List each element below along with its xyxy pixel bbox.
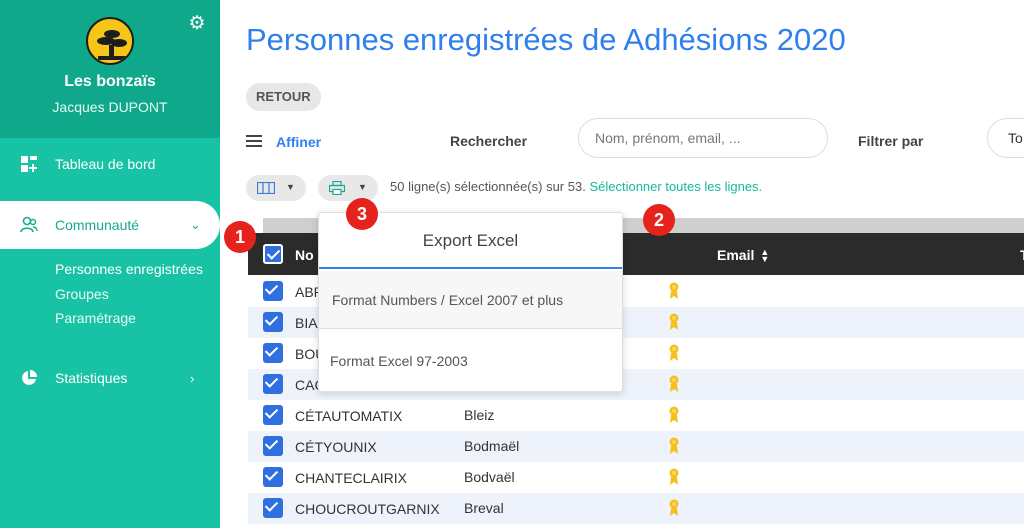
user-name: Jacques DUPONT bbox=[52, 99, 168, 115]
sort-icon: ▲ ▼ bbox=[760, 247, 770, 265]
back-button[interactable]: RETOUR bbox=[246, 83, 321, 111]
table-row[interactable]: CÉTAUTOMATIX Bleiz bbox=[248, 400, 1024, 431]
annotation-badge-1: 1 bbox=[224, 221, 256, 253]
row-checkbox[interactable] bbox=[263, 405, 283, 425]
export-xls-option[interactable]: Format Excel 97-2003 bbox=[319, 332, 622, 390]
sidebar-item-label: Tableau de bord bbox=[55, 156, 156, 172]
sidebar: ⚙ Les bonzaïs Jacques DUPONT Tableau de … bbox=[0, 0, 220, 528]
annotation-badge-2: 2 bbox=[643, 204, 675, 236]
award-icon bbox=[669, 313, 679, 330]
cell-name: CHANTECLAIRIX bbox=[295, 470, 408, 486]
export-button[interactable]: ▼ bbox=[318, 175, 378, 201]
chevron-right-icon: › bbox=[190, 370, 195, 386]
select-all-link[interactable]: Sélectionner toutes les lignes. bbox=[589, 179, 762, 194]
row-checkbox[interactable] bbox=[263, 281, 283, 301]
export-xlsx-option[interactable]: Format Numbers / Excel 2007 et plus bbox=[319, 271, 622, 329]
cell-name: CÉTAUTOMATIX bbox=[295, 408, 403, 424]
gear-icon[interactable]: ⚙ bbox=[187, 14, 207, 34]
cell-name: CÉTYOUNIX bbox=[295, 439, 377, 455]
caret-down-icon: ▼ bbox=[286, 182, 295, 192]
annotation-badge-3: 3 bbox=[346, 198, 378, 230]
column-header-email-label: Email bbox=[717, 247, 755, 263]
caret-down-icon: ▼ bbox=[358, 182, 367, 192]
chevron-down-icon: ⌄ bbox=[190, 217, 201, 232]
row-checkbox[interactable] bbox=[263, 467, 283, 487]
row-checkbox[interactable] bbox=[263, 498, 283, 518]
row-checkbox[interactable] bbox=[263, 312, 283, 332]
cell-firstname: Bodmaël bbox=[464, 438, 520, 454]
award-icon bbox=[669, 468, 679, 485]
export-dropdown-menu: Export Excel Format Numbers / Excel 2007… bbox=[318, 212, 623, 392]
sidebar-item-community[interactable]: Communauté ⌄ bbox=[0, 201, 220, 249]
page-title: Personnes enregistrées de Adhésions 2020 bbox=[246, 22, 846, 57]
selection-status: 50 ligne(s) sélectionnée(s) sur 53. Séle… bbox=[390, 179, 762, 194]
table-row[interactable]: CHANTECLAIRIX Bodvaël bbox=[248, 462, 1024, 493]
column-header-extra[interactable]: T bbox=[1020, 247, 1024, 263]
sidebar-item-label: Communauté bbox=[55, 217, 140, 233]
sidebar-item-label: Statistiques bbox=[55, 370, 128, 386]
sidebar-header: ⚙ Les bonzaïs Jacques DUPONT bbox=[0, 0, 220, 138]
cell-name: BIA bbox=[295, 315, 318, 331]
table-row[interactable]: CHOUCROUTGARNIX Breval bbox=[248, 493, 1024, 524]
cell-firstname: Breval bbox=[464, 500, 504, 516]
columns-toggle-button[interactable]: ▼ bbox=[246, 175, 306, 201]
dashboard-icon bbox=[21, 156, 37, 172]
award-icon bbox=[669, 406, 679, 423]
row-checkbox[interactable] bbox=[263, 343, 283, 363]
pie-chart-icon bbox=[22, 370, 37, 385]
filter-select[interactable]: To bbox=[987, 118, 1024, 158]
award-icon bbox=[669, 282, 679, 299]
search-input[interactable] bbox=[578, 118, 828, 158]
row-checkbox[interactable] bbox=[263, 374, 283, 394]
sidebar-subitem-settings[interactable]: Paramétrage bbox=[55, 310, 136, 326]
award-icon bbox=[669, 437, 679, 454]
award-icon bbox=[669, 344, 679, 361]
cell-name: CHOUCROUTGARNIX bbox=[295, 501, 440, 517]
sidebar-subitem-groups[interactable]: Groupes bbox=[55, 286, 109, 302]
organization-logo bbox=[86, 17, 134, 65]
award-icon bbox=[669, 375, 679, 392]
refine-link[interactable]: Affiner bbox=[276, 134, 321, 150]
sidebar-item-dashboard[interactable]: Tableau de bord bbox=[0, 140, 220, 188]
column-header-email[interactable]: Email ▲ ▼ bbox=[717, 247, 770, 265]
sidebar-item-statistics[interactable]: Statistiques › bbox=[0, 354, 220, 402]
filter-label: Filtrer par bbox=[858, 133, 924, 149]
cell-firstname: Bleiz bbox=[464, 407, 495, 423]
search-label: Rechercher bbox=[450, 133, 528, 149]
organization-name: Les bonzaïs bbox=[64, 73, 156, 90]
columns-icon bbox=[257, 182, 275, 194]
column-header-name[interactable]: No bbox=[295, 247, 314, 263]
cell-firstname: Bodvaël bbox=[464, 469, 515, 485]
sidebar-subitem-persons[interactable]: Personnes enregistrées bbox=[55, 261, 203, 277]
row-checkbox[interactable] bbox=[263, 436, 283, 456]
table-row[interactable]: CÉTYOUNIX Bodmaël bbox=[248, 431, 1024, 462]
hamburger-menu-icon[interactable] bbox=[246, 135, 262, 148]
printer-icon bbox=[329, 181, 345, 195]
select-all-checkbox[interactable] bbox=[263, 244, 283, 264]
selection-count-text: 50 ligne(s) sélectionnée(s) sur 53. bbox=[390, 179, 586, 194]
community-icon bbox=[20, 216, 38, 233]
award-icon bbox=[669, 499, 679, 516]
